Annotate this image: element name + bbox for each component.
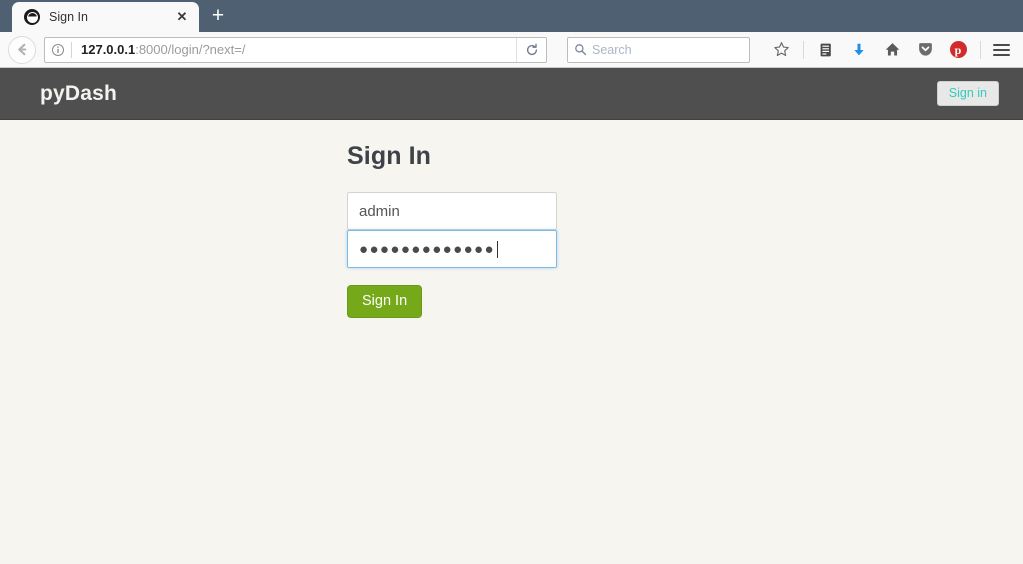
password-input[interactable]: ●●●●●●●●●●●●● — [347, 230, 557, 268]
menu-bar-1 — [993, 43, 1010, 46]
browser-toolbar: 127.0.0.1:8000/login/?next=/ Search p — [0, 32, 1023, 68]
close-icon[interactable]: ✕ — [173, 8, 191, 26]
brand-logo[interactable]: pyDash — [40, 82, 117, 106]
dashboard-gauge-icon — [24, 9, 40, 25]
tab-strip: Sign In ✕ + — [0, 0, 1023, 32]
search-input-placeholder: Search — [592, 42, 632, 57]
url-text: 127.0.0.1:8000/login/?next=/ — [72, 42, 516, 57]
browser-window: Sign In ✕ + 127.0.0.1:8000/login/?next=/ — [0, 0, 1023, 564]
new-tab-button[interactable]: + — [203, 2, 233, 32]
login-form: ●●●●●●●●●●●●● Sign In — [347, 192, 557, 318]
url-path: :8000/login/?next=/ — [135, 42, 246, 57]
bookmark-star-icon[interactable] — [770, 38, 792, 62]
reload-button[interactable] — [516, 37, 546, 62]
library-icon[interactable] — [815, 38, 837, 62]
pinterest-glyph: p — [949, 41, 967, 58]
downloads-icon[interactable] — [848, 38, 870, 62]
menu-icon[interactable] — [993, 38, 1015, 62]
site-navbar: pyDash Sign in — [0, 68, 1023, 120]
home-icon[interactable] — [881, 38, 903, 62]
text-caret — [496, 240, 498, 258]
username-input[interactable] — [347, 192, 557, 230]
pinterest-icon[interactable]: p — [947, 38, 969, 62]
toolbar-divider — [803, 40, 804, 59]
toolbar-divider-2 — [980, 40, 981, 59]
page-content: Sign In ●●●●●●●●●●●●● Sign In — [0, 120, 1023, 318]
browser-tab[interactable]: Sign In ✕ — [12, 2, 199, 32]
password-masked-value: ●●●●●●●●●●●●● — [359, 240, 495, 258]
url-domain: 127.0.0.1 — [81, 42, 136, 57]
url-bar[interactable]: 127.0.0.1:8000/login/?next=/ — [44, 36, 547, 63]
back-button[interactable] — [8, 35, 36, 64]
menu-bar-2 — [993, 48, 1010, 51]
pocket-icon[interactable] — [914, 38, 936, 62]
page-viewport: pyDash Sign in Sign In ●●●●●●●●●●●●● Sig… — [0, 68, 1023, 564]
tab-title: Sign In — [49, 10, 88, 24]
search-bar[interactable]: Search — [567, 36, 750, 63]
signin-submit-button[interactable]: Sign In — [347, 285, 423, 318]
navbar-signin-button[interactable]: Sign in — [936, 81, 999, 106]
menu-bar-3 — [993, 53, 1010, 56]
info-icon[interactable] — [45, 38, 71, 62]
toolbar-icon-group: p — [770, 38, 981, 62]
search-icon — [568, 38, 592, 62]
page-title: Sign In — [347, 142, 432, 170]
